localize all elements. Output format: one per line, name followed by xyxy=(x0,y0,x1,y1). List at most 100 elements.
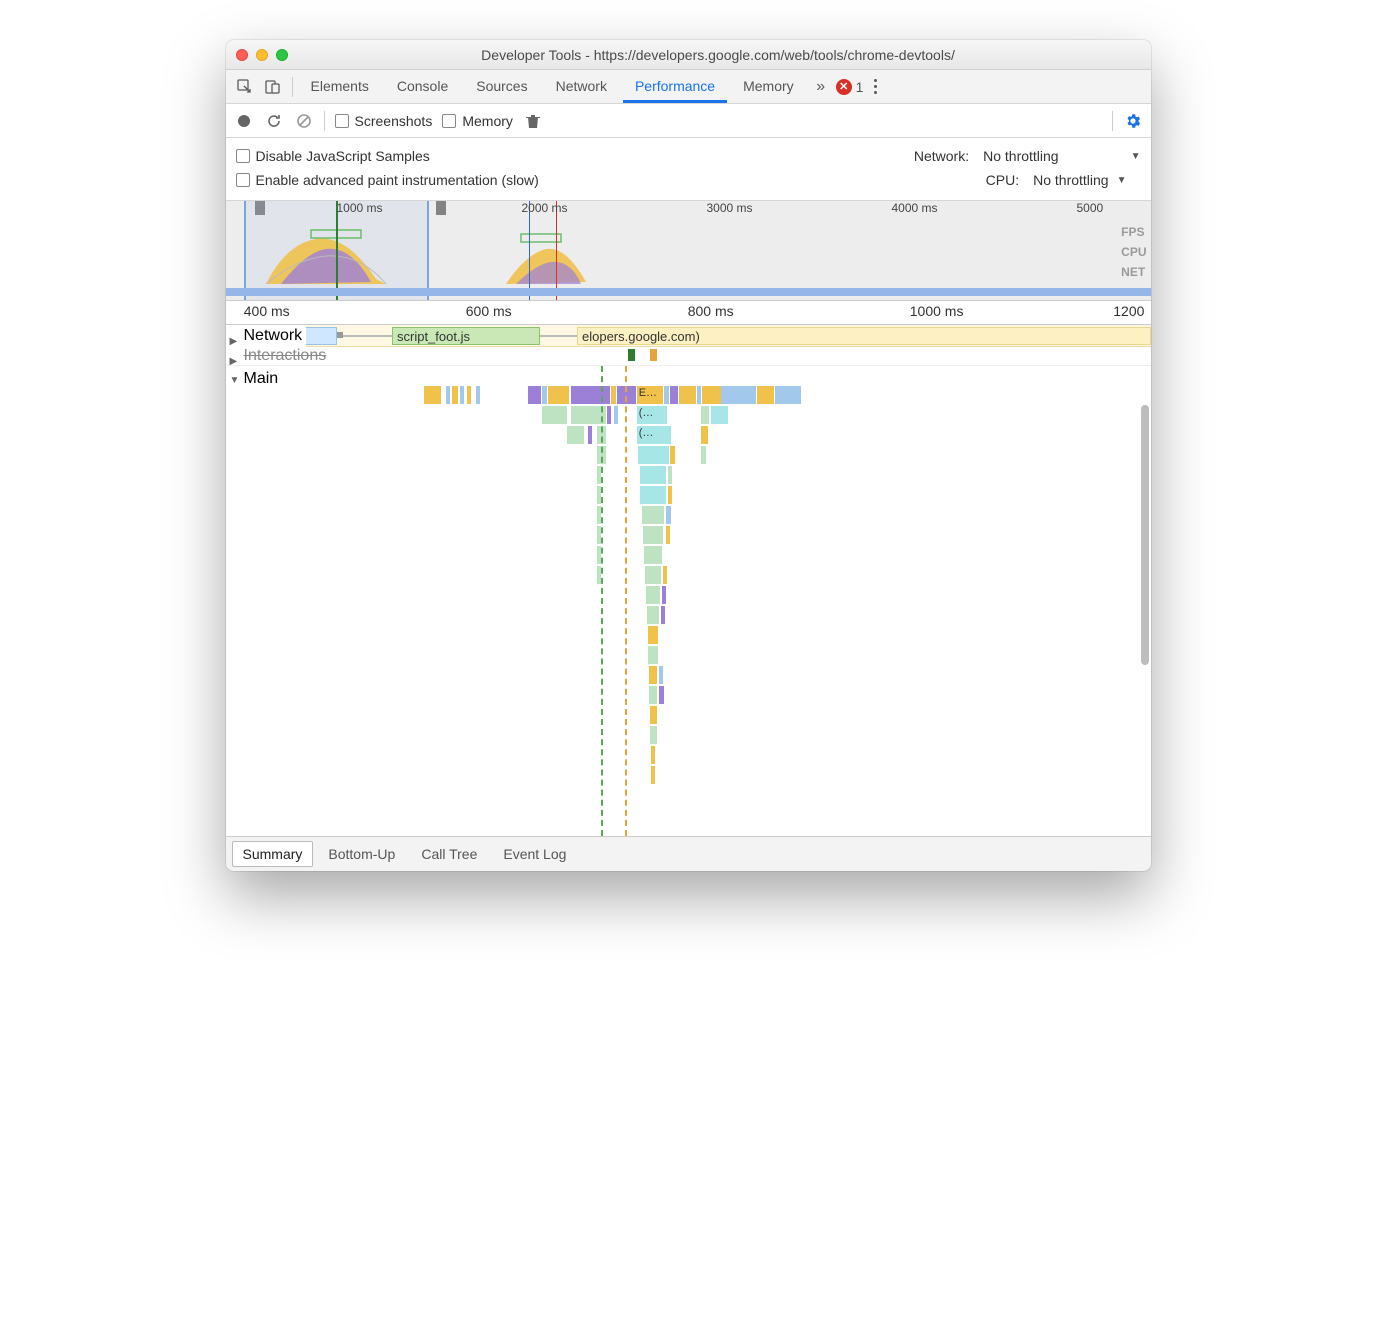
flame-entry[interactable] xyxy=(668,466,672,484)
overview-handle-right[interactable] xyxy=(436,201,446,215)
flame-entry[interactable] xyxy=(711,406,728,424)
flame-entry[interactable] xyxy=(701,406,710,424)
details-tab-event-log[interactable]: Event Log xyxy=(492,841,577,867)
flame-entry[interactable] xyxy=(640,486,666,504)
flame-entry[interactable] xyxy=(648,626,658,644)
enable-paint-instrumentation-checkbox[interactable]: Enable advanced paint instrumentation (s… xyxy=(236,172,539,188)
flame-entry[interactable] xyxy=(649,666,658,684)
tab-network[interactable]: Network xyxy=(544,71,619,103)
network-request-bar[interactable]: script_foot.js xyxy=(392,327,540,345)
flame-entry[interactable] xyxy=(670,446,674,464)
vertical-scrollbar-thumb[interactable] xyxy=(1141,405,1149,665)
memory-checkbox[interactable]: Memory xyxy=(442,113,513,129)
flame-entry[interactable] xyxy=(548,386,570,404)
flame-entry[interactable] xyxy=(662,586,666,604)
flame-entry[interactable] xyxy=(614,406,618,424)
disclosure-triangle-icon[interactable] xyxy=(230,331,240,341)
flame-entry[interactable] xyxy=(542,386,547,404)
network-throttle-select[interactable]: No throttling xyxy=(983,148,1072,164)
disclosure-triangle-icon[interactable] xyxy=(230,370,240,380)
flame-entry[interactable]: E… xyxy=(637,386,663,404)
flame-entry[interactable] xyxy=(651,746,655,764)
flame-entry[interactable] xyxy=(588,426,592,444)
inspect-element-icon[interactable] xyxy=(232,74,258,100)
flame-entry[interactable] xyxy=(446,386,450,404)
flame-entry[interactable] xyxy=(640,466,666,484)
flame-entry[interactable] xyxy=(659,666,663,684)
network-request-bar[interactable]: elopers.google.com) xyxy=(577,327,1151,345)
tab-elements[interactable]: Elements xyxy=(299,71,381,103)
flame-entry[interactable] xyxy=(701,426,708,444)
flame-entry[interactable] xyxy=(661,606,665,624)
flame-entry[interactable] xyxy=(607,406,611,424)
flame-entry[interactable] xyxy=(757,386,774,404)
flame-entry[interactable] xyxy=(571,386,610,404)
flame-entry[interactable] xyxy=(666,506,671,524)
flame-entry[interactable] xyxy=(702,386,721,404)
flame-entry[interactable] xyxy=(542,406,568,424)
flame-entry[interactable] xyxy=(567,426,584,444)
flame-entry[interactable] xyxy=(638,446,668,464)
reload-button[interactable] xyxy=(264,111,284,131)
flame-entry[interactable] xyxy=(452,386,459,404)
flame-entry[interactable] xyxy=(647,606,659,624)
flame-entry[interactable] xyxy=(659,686,664,704)
flame-entry[interactable] xyxy=(611,386,616,404)
flame-entry[interactable] xyxy=(650,706,657,724)
interaction-marker[interactable] xyxy=(650,349,657,361)
interactions-track[interactable] xyxy=(330,347,1150,363)
error-badge[interactable]: ✕ 1 xyxy=(836,79,864,95)
flame-entry[interactable] xyxy=(701,446,706,464)
tab-console[interactable]: Console xyxy=(385,71,460,103)
flame-entry[interactable] xyxy=(651,766,655,784)
cpu-throttle-select[interactable]: No throttling ▼ xyxy=(1033,172,1140,188)
disable-js-samples-checkbox[interactable]: Disable JavaScript Samples xyxy=(236,148,430,164)
tab-performance[interactable]: Performance xyxy=(623,71,727,103)
flame-entry[interactable] xyxy=(528,386,541,404)
minimize-window-button[interactable] xyxy=(256,49,268,61)
capture-settings-button[interactable] xyxy=(1123,111,1143,131)
details-tab-call-tree[interactable]: Call Tree xyxy=(410,841,488,867)
flame-entry[interactable] xyxy=(664,386,669,404)
disclosure-triangle-icon[interactable] xyxy=(230,351,240,361)
tab-memory[interactable]: Memory xyxy=(731,71,806,103)
main-flame-chart[interactable]: E… (… (… xyxy=(286,366,1151,836)
flame-entry[interactable] xyxy=(644,546,661,564)
flame-entry[interactable] xyxy=(663,566,667,584)
detail-ruler[interactable]: 400 ms600 ms800 ms1000 ms1200 xyxy=(226,301,1151,325)
flame-entry[interactable]: (… xyxy=(637,426,672,444)
garbage-collect-button[interactable] xyxy=(523,111,543,131)
flame-entry[interactable] xyxy=(668,486,672,504)
flame-entry[interactable] xyxy=(670,386,679,404)
details-tab-bottom-up[interactable]: Bottom-Up xyxy=(317,841,406,867)
device-toolbar-icon[interactable] xyxy=(260,74,286,100)
flame-entry[interactable] xyxy=(650,726,657,744)
flame-entry[interactable] xyxy=(775,386,801,404)
network-track[interactable]: goo…script_foot.jselopers.google.com) xyxy=(226,325,1151,347)
flame-entry[interactable] xyxy=(642,506,664,524)
interaction-marker[interactable] xyxy=(628,349,635,361)
clear-button[interactable] xyxy=(294,111,314,131)
flame-entry[interactable] xyxy=(648,646,658,664)
flame-entry[interactable] xyxy=(460,386,464,404)
tab-sources[interactable]: Sources xyxy=(464,71,539,103)
flame-entry[interactable] xyxy=(467,386,471,404)
flame-entry[interactable]: (… xyxy=(637,406,667,424)
flame-entry[interactable] xyxy=(721,386,756,404)
timeline-overview[interactable]: FPS CPU NET 1000 ms2000 ms3000 ms4000 ms… xyxy=(226,201,1151,301)
record-button[interactable] xyxy=(234,111,254,131)
flame-entry[interactable] xyxy=(646,586,660,604)
close-window-button[interactable] xyxy=(236,49,248,61)
kebab-menu-icon[interactable] xyxy=(865,79,885,94)
flame-entry[interactable] xyxy=(476,386,480,404)
flame-entry[interactable] xyxy=(666,526,670,544)
details-tab-summary[interactable]: Summary xyxy=(232,841,314,867)
flame-entry[interactable] xyxy=(424,386,441,404)
flame-entry[interactable] xyxy=(645,566,661,584)
flame-entry[interactable] xyxy=(649,686,658,704)
flame-entry[interactable] xyxy=(643,526,664,544)
screenshots-checkbox[interactable]: Screenshots xyxy=(335,113,433,129)
zoom-window-button[interactable] xyxy=(276,49,288,61)
flame-entry[interactable] xyxy=(679,386,696,404)
overflow-tabs-button[interactable]: » xyxy=(808,74,834,100)
